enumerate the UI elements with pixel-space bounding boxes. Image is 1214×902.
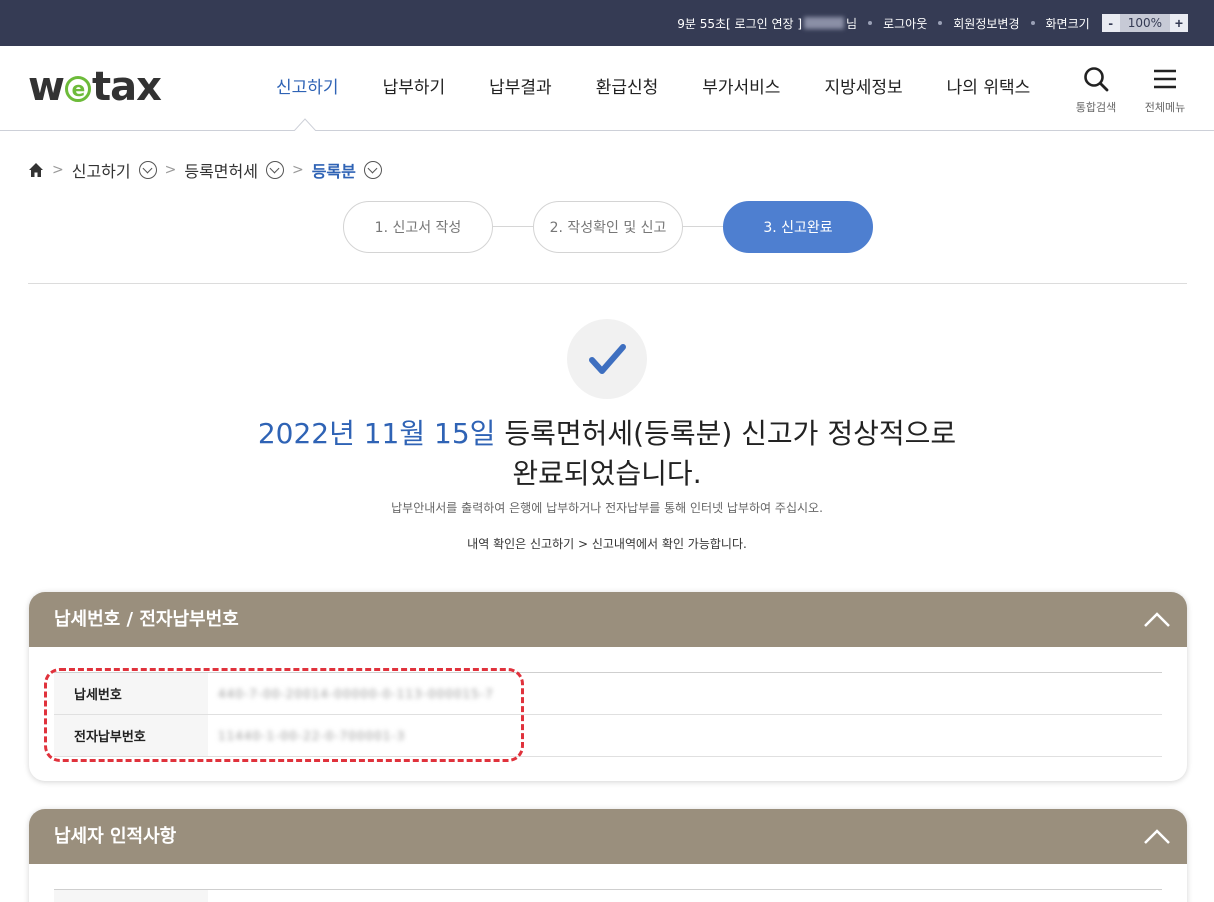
zoom-in-button[interactable]: + — [1170, 14, 1188, 32]
separator-dot — [868, 21, 873, 25]
completion-line2: 완료되었습니다. — [512, 457, 702, 490]
step-confirm-submit: 2. 작성확인 및 신고 — [533, 201, 683, 253]
red-highlight-annotation — [44, 668, 524, 762]
breadcrumb-separator: > — [52, 162, 64, 178]
masked-username — [804, 17, 845, 29]
breadcrumb-separator: > — [291, 162, 304, 178]
integrated-search-button[interactable]: 통합검색 — [1066, 66, 1126, 115]
home-icon[interactable] — [28, 162, 44, 178]
tax-number-panel-title: 납세번호 / 전자납부번호 — [54, 609, 239, 630]
progress-steps: 1. 신고서 작성 2. 작성확인 및 신고 3. 신고완료 — [343, 201, 873, 253]
table-row — [54, 890, 1162, 902]
taxpayer-row-value — [208, 890, 1162, 902]
step-connector — [493, 226, 533, 227]
breadcrumb-registration[interactable]: 등록분 — [312, 158, 356, 182]
taxpayer-info-panel-title: 납세자 인적사항 — [54, 826, 177, 847]
screen-size-label: 화면크기 — [1045, 16, 1090, 31]
zoom-control: - 100% + — [1101, 14, 1188, 32]
logout-link[interactable]: 로그아웃 — [883, 15, 927, 32]
nav-my-wetax[interactable]: 나의 위택스 — [925, 46, 1053, 130]
chevron-down-icon[interactable] — [363, 161, 382, 179]
tax-number-panel-header: 납세번호 / 전자납부번호 — [29, 592, 1187, 647]
completion-message: 2022년 11월 15일 등록면허세(등록분) 신고가 정상적으로 완료되었습… — [0, 414, 1214, 494]
chevron-up-icon[interactable] — [1141, 604, 1173, 636]
taxpayer-info-panel-header: 납세자 인적사항 — [29, 809, 1187, 864]
breadcrumb: > 신고하기 > 등록면허세 > 등록분 — [28, 158, 382, 182]
global-nav: 신고하기 납부하기 납부결과 환급신청 부가서비스 지방세정보 나의 위택스 — [254, 46, 1052, 130]
section-divider — [28, 283, 1187, 284]
all-menu-button[interactable]: 전체메뉴 — [1135, 66, 1195, 115]
step-connector — [683, 226, 723, 227]
breadcrumb-separator: > — [164, 162, 177, 178]
chevron-up-icon[interactable] — [1141, 821, 1173, 853]
nav-local-tax-info[interactable]: 지방세정보 — [802, 46, 924, 130]
logo-e-mark: e — [64, 76, 91, 102]
breadcrumb-license-tax[interactable]: 등록면허세 — [184, 158, 258, 182]
nav-refund[interactable]: 환급신청 — [574, 46, 681, 130]
menu-label: 전체메뉴 — [1144, 101, 1186, 114]
taxpayer-info-table — [54, 889, 1162, 902]
top-utility-bar: 9분 55초[ 로그인 연장 ] 님 로그아웃 회원정보변경 화면크기 - 10… — [0, 0, 1214, 46]
completion-line1: 등록면허세(등록분) 신고가 정상적으로 — [495, 417, 957, 450]
step-complete: 3. 신고완료 — [723, 201, 873, 253]
check-circle — [567, 319, 647, 399]
chevron-down-icon[interactable] — [265, 161, 284, 179]
breadcrumb-report[interactable]: 신고하기 — [72, 158, 131, 182]
user-suffix: 님 — [846, 16, 858, 31]
nav-extra-services[interactable]: 부가서비스 — [680, 46, 802, 130]
history-guide-text: 내역 확인은 신고하기 > 신고내역에서 확인 가능합니다. — [467, 537, 747, 551]
step-write-form: 1. 신고서 작성 — [343, 201, 493, 253]
main-header: w e tax 신고하기 납부하기 납부결과 환급신청 부가서비스 지방세정보 나의… — [0, 46, 1214, 131]
active-nav-caret — [294, 118, 316, 131]
taxpayer-info-panel: 납세자 인적사항 — [29, 809, 1187, 902]
logo-text-w: w — [28, 64, 65, 110]
zoom-value: 100% — [1119, 14, 1170, 32]
member-edit-link[interactable]: 회원정보변경 — [953, 15, 1019, 32]
hamburger-icon — [1154, 69, 1176, 89]
utility-links: 9분 55초[ 로그인 연장 ] 님 로그아웃 회원정보변경 화면크기 - 10… — [677, 0, 1188, 46]
report-date: 2022년 11월 15일 — [257, 417, 496, 450]
nav-payment-result[interactable]: 납부결과 — [467, 46, 574, 130]
separator-dot — [1030, 21, 1035, 25]
taxpayer-row-label — [54, 890, 208, 902]
nav-payment[interactable]: 납부하기 — [361, 46, 468, 130]
search-icon — [1084, 67, 1109, 92]
zoom-out-button[interactable]: - — [1101, 14, 1120, 32]
separator-dot — [938, 21, 943, 25]
session-timer[interactable]: 9분 55초[ 로그인 연장 ] — [677, 15, 802, 32]
wetax-logo[interactable]: w e tax — [28, 64, 162, 110]
chevron-down-icon[interactable] — [138, 161, 157, 179]
logo-text-tax: tax — [91, 64, 162, 110]
payment-guide-text: 납부안내서를 출력하여 은행에 납부하거나 전자납부를 통해 인터넷 납부하여 … — [391, 501, 823, 515]
search-label: 통합검색 — [1075, 101, 1117, 114]
check-icon — [589, 344, 626, 374]
